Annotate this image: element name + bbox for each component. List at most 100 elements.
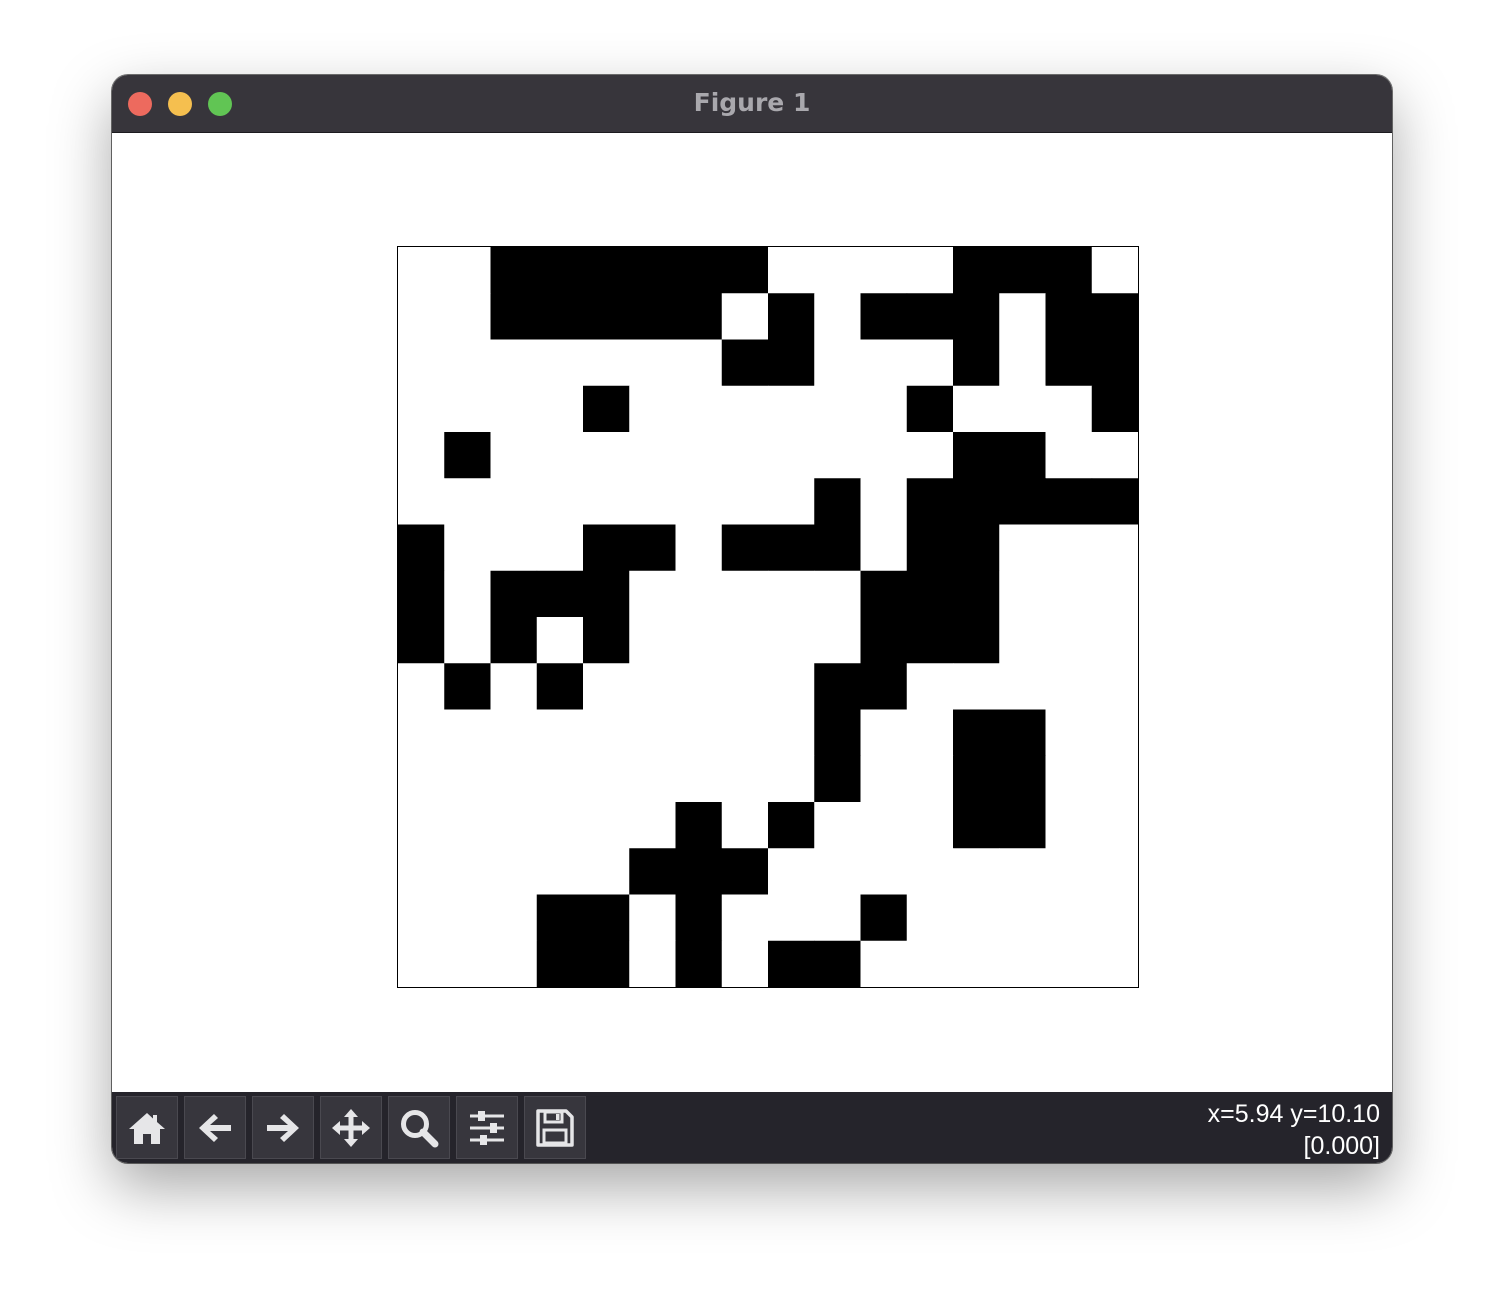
heatmap-cell bbox=[721, 339, 769, 387]
heatmap-cell bbox=[906, 432, 954, 479]
heatmap-cell bbox=[999, 524, 1046, 572]
heatmap-cell bbox=[1091, 848, 1139, 895]
heatmap-cell bbox=[629, 247, 676, 294]
back-button[interactable] bbox=[184, 1096, 246, 1159]
heatmap-cell bbox=[629, 478, 676, 525]
heatmap-cell bbox=[999, 663, 1046, 710]
heatmap-cell bbox=[675, 478, 723, 525]
heatmap-cell bbox=[768, 894, 815, 942]
heatmap-cell bbox=[444, 755, 491, 803]
heatmap-cell bbox=[860, 385, 908, 433]
heatmap-cell bbox=[398, 802, 445, 849]
heatmap-cell bbox=[536, 802, 584, 849]
zoom-button[interactable] bbox=[388, 1096, 450, 1159]
heatmap-cell bbox=[953, 247, 1000, 294]
heatmap-cell bbox=[675, 293, 723, 340]
heatmap-cell bbox=[999, 570, 1046, 618]
heatmap-cell bbox=[906, 247, 954, 294]
heatmap-cell bbox=[1045, 293, 1093, 340]
heatmap-cell bbox=[536, 293, 584, 340]
heatmap-cell bbox=[721, 755, 769, 803]
heatmap-cell bbox=[629, 755, 676, 803]
heatmap-cell bbox=[721, 293, 769, 340]
coords-position: x=5.94 y=10.10 bbox=[1207, 1100, 1380, 1128]
heatmap-cell bbox=[1045, 755, 1093, 803]
heatmap-cell bbox=[444, 940, 491, 988]
pan-button[interactable] bbox=[320, 1096, 382, 1159]
figure-canvas[interactable] bbox=[112, 133, 1392, 1092]
heatmap-cell bbox=[444, 293, 491, 340]
heatmap-cell bbox=[860, 848, 908, 895]
heatmap-cell bbox=[536, 663, 584, 710]
heatmap-cell bbox=[629, 293, 676, 340]
heatmap-cell bbox=[999, 848, 1046, 895]
heatmap-cell bbox=[536, 709, 584, 757]
heatmap-cell bbox=[1045, 247, 1093, 294]
heatmap-cell bbox=[1091, 755, 1139, 803]
heatmap-cell bbox=[814, 478, 861, 525]
heatmap-cell bbox=[536, 940, 584, 988]
heatmap-cell bbox=[629, 339, 676, 387]
heatmap-cell bbox=[1091, 709, 1139, 757]
heatmap-cell bbox=[675, 385, 723, 433]
heatmap-cell bbox=[398, 894, 445, 942]
heatmap-cell bbox=[999, 478, 1046, 525]
heatmap-cell bbox=[444, 524, 491, 572]
sliders-icon bbox=[470, 1110, 504, 1145]
heatmap-cell bbox=[490, 709, 538, 757]
heatmap-cell bbox=[629, 617, 676, 664]
heatmap-cell bbox=[398, 385, 445, 433]
heatmap-cell bbox=[1045, 663, 1093, 710]
heatmap-cell bbox=[906, 709, 954, 757]
heatmap-cell bbox=[999, 802, 1046, 849]
forward-button[interactable] bbox=[252, 1096, 314, 1159]
heatmap-cell bbox=[583, 755, 630, 803]
heatmap-cell bbox=[490, 432, 538, 479]
heatmap-cell bbox=[999, 894, 1046, 942]
heatmap-cell bbox=[814, 385, 861, 433]
heatmap-cell bbox=[398, 570, 445, 618]
heatmap-cell bbox=[814, 339, 861, 387]
heatmap-cell bbox=[583, 570, 630, 618]
heatmap-cell bbox=[444, 570, 491, 618]
heatmap-cell bbox=[629, 385, 676, 433]
heatmap-cell bbox=[536, 894, 584, 942]
heatmap-cell bbox=[675, 894, 723, 942]
configure-subplots-button[interactable] bbox=[456, 1096, 518, 1159]
heatmap-cell bbox=[1091, 339, 1139, 387]
heatmap-cell bbox=[490, 570, 538, 618]
heatmap-cell bbox=[1045, 339, 1093, 387]
heatmap-plot[interactable] bbox=[397, 246, 1139, 988]
coords-value: [0.000] bbox=[1303, 1132, 1380, 1160]
heatmap-cell bbox=[860, 617, 908, 664]
heatmap-cell bbox=[999, 247, 1046, 294]
heatmap-cell bbox=[906, 385, 954, 433]
heatmap-cell bbox=[906, 848, 954, 895]
heatmap-cell bbox=[768, 478, 815, 525]
heatmap-cell bbox=[444, 432, 491, 479]
heatmap-cell bbox=[583, 293, 630, 340]
heatmap-cell bbox=[814, 617, 861, 664]
heatmap-cell bbox=[629, 709, 676, 757]
heatmap-cell bbox=[398, 478, 445, 525]
save-button[interactable] bbox=[524, 1096, 586, 1159]
heatmap-cell bbox=[583, 802, 630, 849]
heatmap-cell bbox=[999, 385, 1046, 433]
heatmap-cell bbox=[1091, 432, 1139, 479]
heatmap-cell bbox=[675, 432, 723, 479]
heatmap-cell bbox=[768, 617, 815, 664]
heatmap-cell bbox=[814, 293, 861, 340]
heatmap-cell bbox=[1091, 940, 1139, 988]
title-bar[interactable]: Figure 1 bbox=[112, 75, 1392, 133]
heatmap-cell bbox=[675, 247, 723, 294]
heatmap-cell bbox=[583, 247, 630, 294]
heatmap-cell bbox=[860, 709, 908, 757]
home-button[interactable] bbox=[116, 1096, 178, 1159]
heatmap-cell bbox=[675, 617, 723, 664]
floppy-disk-icon bbox=[536, 1108, 574, 1147]
heatmap-cell bbox=[860, 940, 908, 988]
heatmap-cell bbox=[814, 755, 861, 803]
heatmap-cell bbox=[768, 432, 815, 479]
heatmap-cell bbox=[768, 339, 815, 387]
heatmap-cell bbox=[1045, 478, 1093, 525]
